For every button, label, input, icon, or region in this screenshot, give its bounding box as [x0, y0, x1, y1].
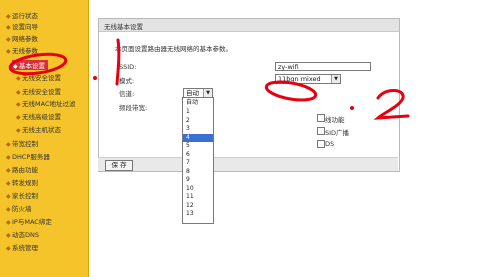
annotation-one-stroke [115, 38, 121, 86]
annotation-overlay [8, 38, 410, 120]
annotation-two-stroke [373, 89, 410, 120]
highlight-circle-channel [264, 80, 318, 102]
annotation-two-dot [350, 106, 354, 110]
annotation-one-dot [93, 76, 97, 80]
highlight-circle-basic-settings [8, 52, 68, 76]
